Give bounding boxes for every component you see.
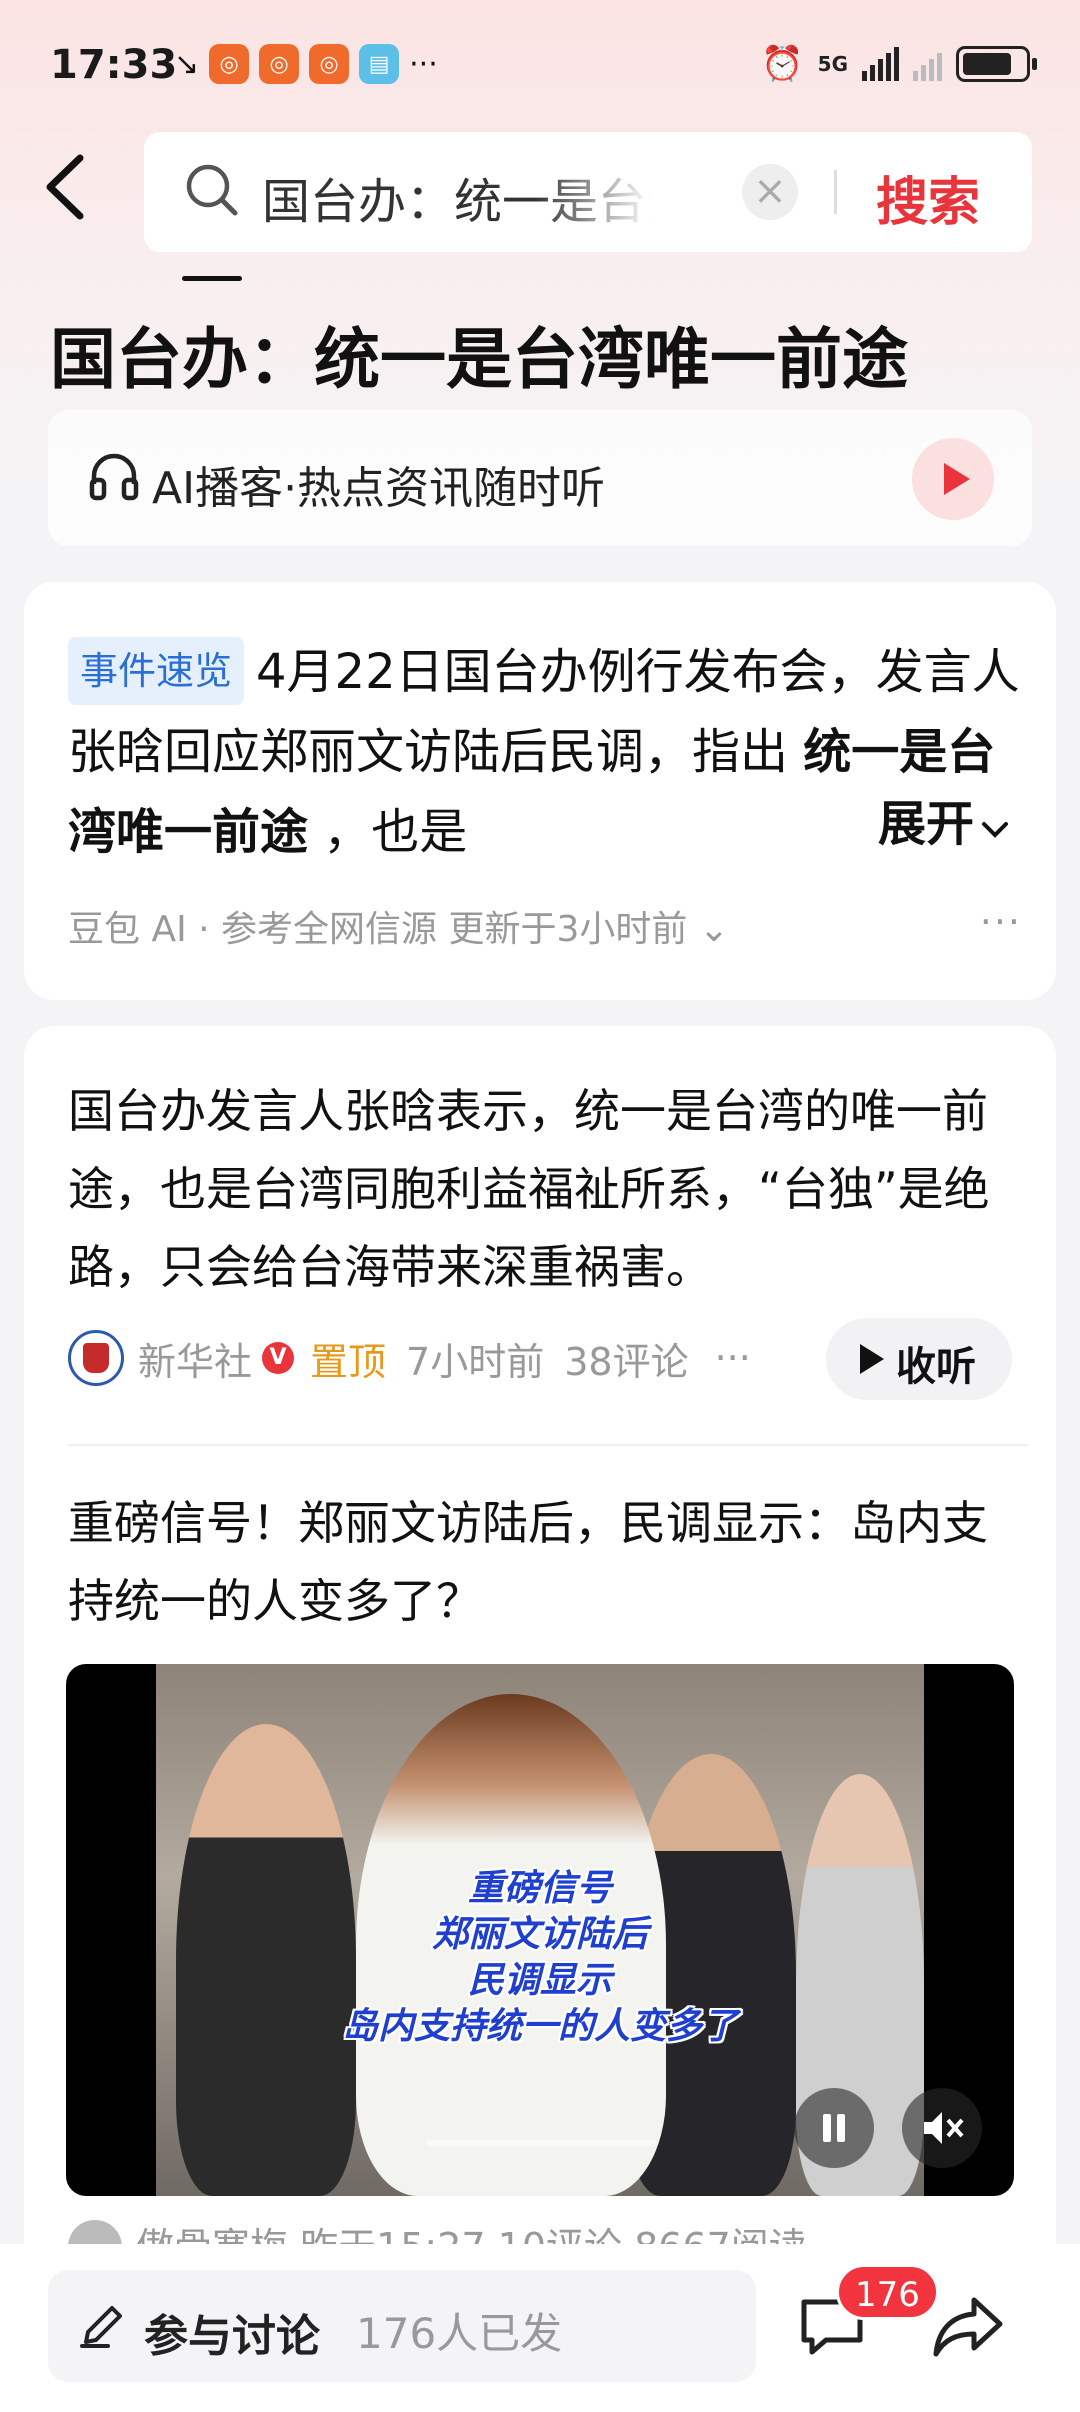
clear-search-button[interactable]: ×: [742, 164, 798, 220]
listen-label: 收听: [896, 1344, 976, 1390]
news-item-meta: 新华社 V 置顶 7小时前 38评论 ···: [68, 1326, 751, 1390]
video-caption-line: 郑丽文访陆后: [431, 1914, 648, 1955]
signal-icon: [862, 47, 899, 81]
bottom-bar: 参与讨论 176人已发 176: [0, 2244, 1080, 2412]
pen-icon: [80, 2306, 122, 2348]
app-notification-icon: ◎: [309, 44, 350, 84]
event-tag: 事件速览: [68, 637, 245, 705]
pinned-label: 置顶: [310, 1339, 387, 1384]
verified-badge-icon: V: [262, 1342, 295, 1374]
battery-icon: [956, 46, 1037, 82]
summary-text-part: ，也是: [323, 804, 468, 860]
status-bar: 17:33 ↘ ◎ ◎ ◎ ▤ ··· ⏰ 5G: [0, 0, 1080, 130]
more-notifications: ···: [409, 46, 438, 82]
expand-button[interactable]: 展开: [807, 784, 1010, 864]
status-time: 17:33: [50, 42, 178, 88]
search-box[interactable]: 国台办：统一是台湾唯一前途 × 搜索: [144, 132, 1032, 252]
alarm-icon: ⏰: [761, 44, 804, 84]
notification-icons: ↘ ◎ ◎ ◎ ▤ ···: [174, 44, 438, 84]
search-icon: [186, 164, 238, 216]
news-item-text[interactable]: 国台办发言人张晗表示，统一是台湾的唯一前途，也是台湾同胞利益福祉所系，“台独”是…: [68, 1072, 1028, 1306]
search-divider: [834, 170, 837, 214]
comment-count: 38评论: [564, 1339, 689, 1384]
ai-podcast-bar[interactable]: AI播客·热点资讯随时听: [48, 410, 1032, 546]
video-progress-bar[interactable]: [426, 2140, 656, 2146]
video-player[interactable]: 重磅信号 郑丽文访陆后 民调显示 岛内支持统一的人变多了: [66, 1664, 1014, 2196]
chevron-down-icon: [982, 822, 1008, 838]
video-caption-line: 民调显示: [467, 1960, 612, 2001]
reader-app-icon: ▤: [359, 44, 400, 84]
video-caption-line: 重磅信号: [467, 1868, 612, 1909]
system-icons: ⏰ 5G: [761, 44, 1037, 84]
divider: [68, 1444, 1028, 1446]
mute-button[interactable]: [902, 2088, 982, 2168]
summary-source: 豆包 AI · 参考全网信源 更新于3小时前: [68, 909, 688, 950]
app-notification-icon: ◎: [209, 44, 250, 84]
missed-call-icon: ↘: [174, 46, 200, 82]
more-options-icon[interactable]: ···: [715, 1336, 751, 1380]
comment-count-badge: 176: [836, 2264, 939, 2320]
discuss-label: 参与讨论: [144, 2311, 320, 2362]
podcast-play-button[interactable]: [912, 438, 994, 520]
back-button[interactable]: [42, 152, 102, 232]
volume-muted-icon: [924, 2112, 964, 2144]
more-options-icon[interactable]: ···: [980, 900, 1022, 944]
tab-indicator: [182, 276, 242, 281]
back-arrow-icon: [46, 154, 84, 220]
search-input[interactable]: 国台办：统一是台湾唯一前途: [262, 162, 652, 232]
expand-label: 展开: [877, 796, 974, 852]
play-icon: [860, 1344, 884, 1374]
post-time: 7小时前: [406, 1339, 545, 1384]
pause-button[interactable]: [794, 2088, 874, 2168]
podcast-label: AI播客·热点资讯随时听: [152, 463, 606, 514]
event-summary-card: 事件速览 4月22日国台办例行发布会，发言人张晗回应郑丽文访陆后民调，指出 统一是…: [24, 582, 1056, 1000]
source-logo-icon: [68, 1330, 124, 1386]
join-discussion-button[interactable]: 参与讨论 176人已发: [48, 2270, 756, 2382]
video-caption: 重磅信号 郑丽文访陆后 民调显示 岛内支持统一的人变多了: [66, 1866, 1014, 2050]
news-feed-card: 国台办发言人张晗表示，统一是台湾的唯一前途，也是台湾同胞利益福祉所系，“台独”是…: [24, 1026, 1056, 2412]
headphone-icon: [89, 453, 139, 501]
signal-weak-icon: [913, 47, 942, 81]
video-caption-line: 岛内支持统一的人变多了: [341, 2006, 738, 2047]
summary-meta[interactable]: 豆包 AI · 参考全网信源 更新于3小时前 ⌄: [68, 900, 729, 952]
discuss-count: 176人已发: [356, 2309, 563, 2358]
app-notification-icon: ◎: [259, 44, 300, 84]
listen-button[interactable]: 收听: [826, 1318, 1012, 1400]
chevron-down-icon: ⌄: [698, 909, 729, 950]
share-icon[interactable]: [930, 2294, 1006, 2360]
search-button[interactable]: 搜索: [876, 160, 980, 235]
page-title: 国台办：统一是台湾唯一前途: [50, 321, 908, 398]
source-name[interactable]: 新华社: [138, 1331, 252, 1386]
news-item-title[interactable]: 重磅信号！郑丽文访陆后，民调显示：岛内支持统一的人变多了？: [68, 1484, 1028, 1640]
network-label: 5G: [817, 52, 848, 76]
